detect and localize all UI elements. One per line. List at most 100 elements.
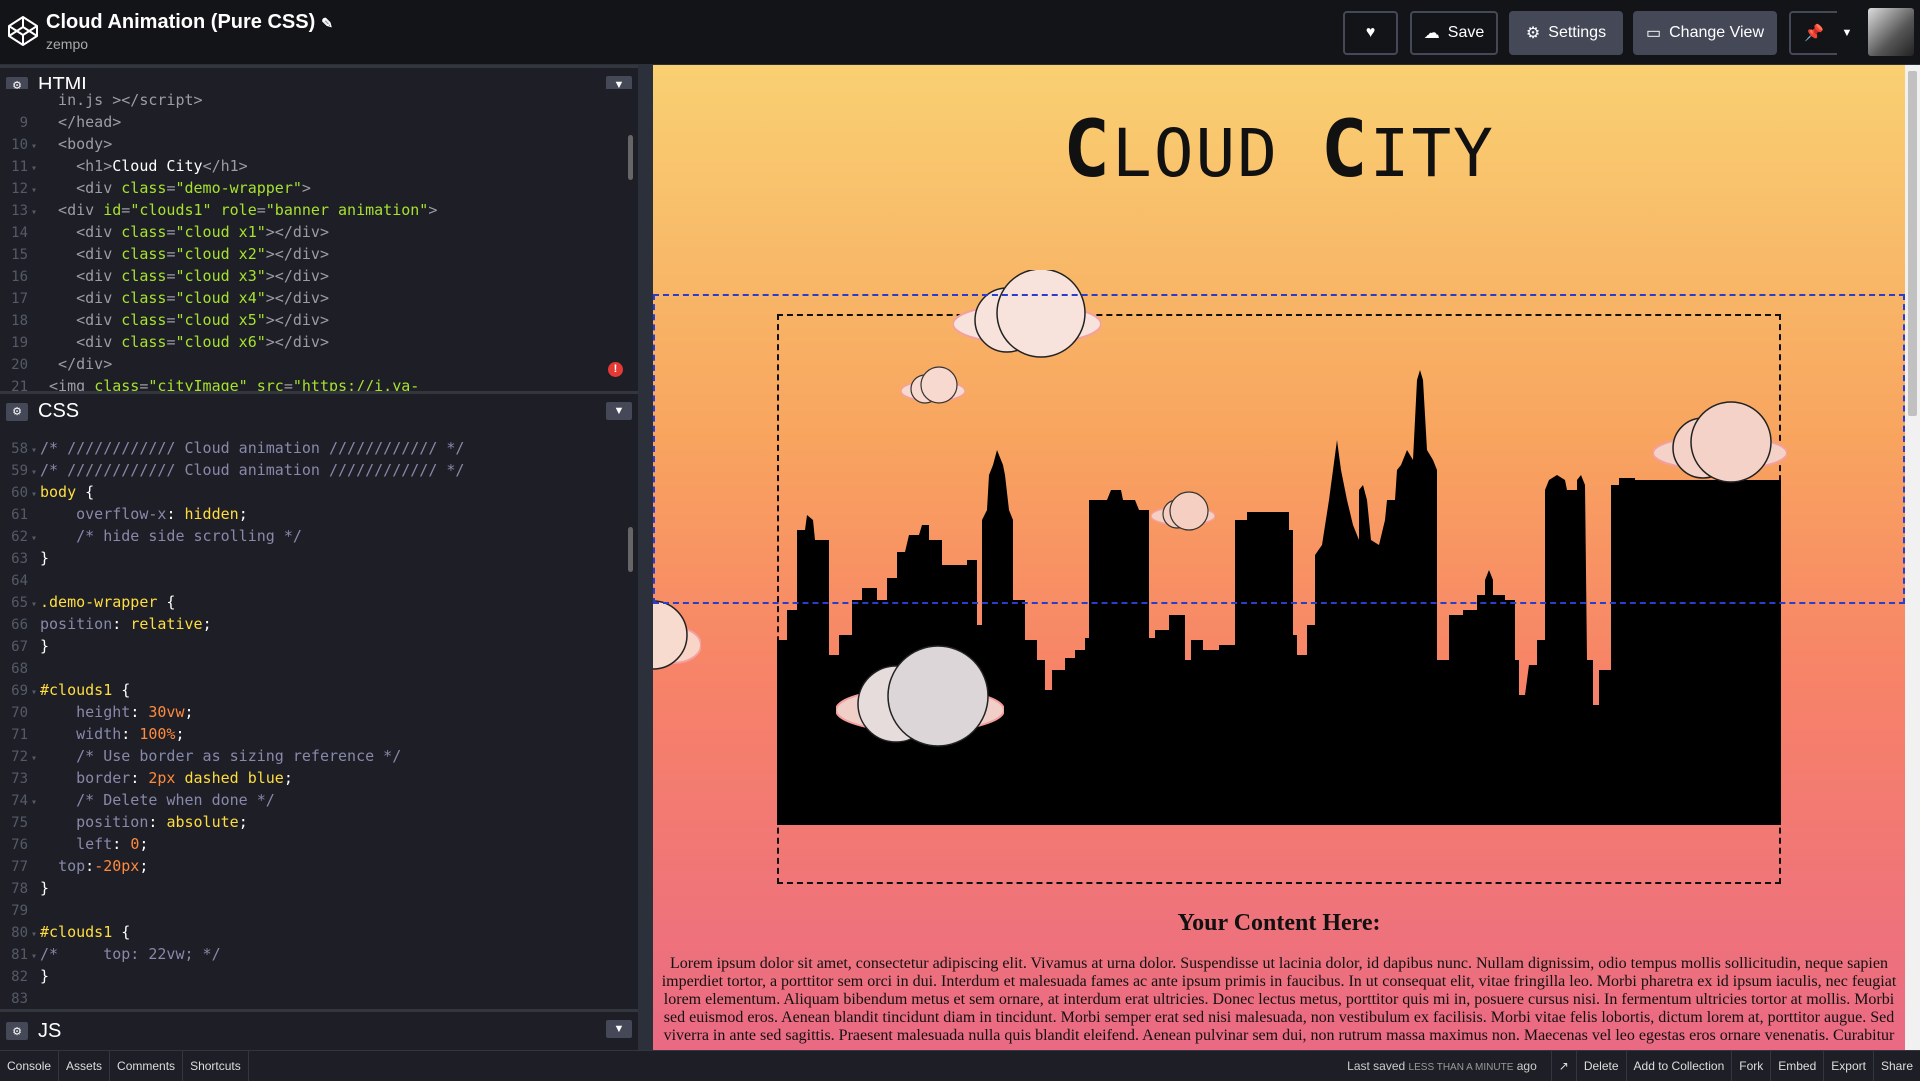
heart-button[interactable]: ♥ bbox=[1343, 11, 1398, 55]
html-code-line[interactable]: 14 <div class="cloud x1"></div> bbox=[0, 221, 638, 243]
pen-title[interactable]: Cloud Animation (Pure CSS) ✎ bbox=[46, 11, 333, 34]
code-text[interactable]: #clouds1 { bbox=[40, 681, 130, 699]
avatar[interactable] bbox=[1868, 8, 1914, 56]
code-text[interactable]: <div class="cloud x1"></div> bbox=[40, 223, 329, 241]
comments-button[interactable]: Comments bbox=[110, 1050, 184, 1081]
code-text[interactable]: } bbox=[40, 967, 49, 985]
code-text[interactable]: <div id="clouds1" role="banner animation… bbox=[40, 201, 437, 219]
change-view-button[interactable]: ▭ Change View bbox=[1633, 11, 1777, 55]
css-code-line[interactable]: 80 ▾ #clouds1 { bbox=[0, 921, 638, 943]
settings-button[interactable]: ⚙ Settings bbox=[1509, 11, 1623, 55]
code-text[interactable]: } bbox=[40, 637, 49, 655]
code-text[interactable]: <div class="cloud x4"></div> bbox=[40, 289, 329, 307]
code-text[interactable]: <div class="cloud x6"></div> bbox=[40, 333, 329, 351]
code-text[interactable]: </head> bbox=[40, 113, 121, 131]
css-code-line[interactable]: 79 bbox=[0, 899, 638, 921]
open-external-icon[interactable]: ↗ bbox=[1550, 1051, 1576, 1081]
js-collapse-chevron-icon[interactable]: ▼ bbox=[606, 1020, 632, 1038]
pin-dropdown-button[interactable]: ▼ bbox=[1837, 11, 1857, 55]
code-text[interactable]: height: 30vw; bbox=[40, 703, 193, 721]
code-text[interactable]: body { bbox=[40, 483, 94, 501]
css-code-line[interactable]: 71 width: 100%; bbox=[0, 723, 638, 745]
code-text[interactable]: } bbox=[40, 549, 49, 567]
css-code-line[interactable]: 64 bbox=[0, 569, 638, 591]
console-button[interactable]: Console bbox=[0, 1050, 60, 1081]
html-editor-scrollbar[interactable] bbox=[628, 135, 633, 180]
css-code-line[interactable]: 69 ▾ #clouds1 { bbox=[0, 679, 638, 701]
fork-button[interactable]: Fork bbox=[1731, 1051, 1770, 1081]
html-code-line[interactable]: 11 ▾ <h1>Cloud City</h1> bbox=[0, 155, 638, 177]
edit-pencil-icon[interactable]: ✎ bbox=[321, 15, 333, 31]
css-settings-gear-icon[interactable]: ⚙ bbox=[6, 402, 28, 421]
css-code-line[interactable]: 75 position: absolute; bbox=[0, 811, 638, 833]
css-code-line[interactable]: 61 overflow-x: hidden; bbox=[0, 503, 638, 525]
html-code-line[interactable]: 9 </head> bbox=[0, 111, 638, 133]
code-text[interactable]: <div class="demo-wrapper"> bbox=[40, 179, 311, 197]
css-code-line[interactable]: 59 ▾/* //////////// Cloud animation /////… bbox=[0, 459, 638, 481]
code-text[interactable]: <h1>Cloud City</h1> bbox=[40, 157, 248, 175]
pen-title-text[interactable]: Cloud Animation (Pure CSS) bbox=[46, 11, 315, 33]
code-text[interactable]: width: 100%; bbox=[40, 725, 184, 743]
css-code-line[interactable]: 73 border: 2px dashed blue; bbox=[0, 767, 638, 789]
js-settings-gear-icon[interactable]: ⚙ bbox=[6, 1022, 28, 1040]
css-code-line[interactable]: 74 ▾ /* Delete when done */ bbox=[0, 789, 638, 811]
code-text[interactable]: top:-20px; bbox=[40, 857, 148, 875]
html-code-line[interactable]: 19 <div class="cloud x6"></div> bbox=[0, 331, 638, 353]
css-code-line[interactable]: 76 left: 0; bbox=[0, 833, 638, 855]
html-code-editor[interactable]: in.js ></script> 9 </head> 10 ▾ <body> 11 ▾ <… bbox=[0, 89, 638, 394]
css-editor-scrollbar[interactable] bbox=[628, 527, 633, 572]
code-text[interactable]: } bbox=[40, 879, 49, 897]
css-code-line[interactable]: 60 ▾ body { bbox=[0, 481, 638, 503]
css-collapse-chevron-icon[interactable]: ▼ bbox=[606, 402, 632, 420]
code-text[interactable]: overflow-x: hidden; bbox=[40, 505, 248, 523]
code-text[interactable]: <div class="cloud x2"></div> bbox=[40, 245, 329, 263]
html-code-line[interactable]: 13 ▾ <div id="clouds1" role="banner anima… bbox=[0, 199, 638, 221]
code-text[interactable]: border: 2px dashed blue; bbox=[40, 769, 293, 787]
css-code-line[interactable]: 82} bbox=[0, 965, 638, 987]
codepen-logo-icon[interactable] bbox=[6, 14, 40, 48]
add-to-collection-button[interactable]: Add to Collection bbox=[1625, 1051, 1732, 1081]
css-code-editor[interactable]: 58 ▾/* //////////// Cloud animation /////… bbox=[0, 437, 638, 1077]
code-text[interactable]: position: relative; bbox=[40, 615, 212, 633]
embed-button[interactable]: Embed bbox=[1770, 1051, 1823, 1081]
css-code-line[interactable]: 63} bbox=[0, 547, 638, 569]
code-text[interactable]: /* //////////// Cloud animation ////////… bbox=[40, 439, 464, 457]
preview-frame[interactable]: CLOUD CITY Your Content Here: Lorem ipsu… bbox=[653, 65, 1905, 1050]
error-icon[interactable]: ! bbox=[608, 362, 623, 377]
share-button[interactable]: Share bbox=[1872, 1051, 1920, 1081]
css-code-line[interactable]: 72 ▾ /* Use border as sizing reference */ bbox=[0, 745, 638, 767]
css-code-line[interactable]: 67} bbox=[0, 635, 638, 657]
delete-button[interactable]: Delete bbox=[1575, 1051, 1626, 1081]
editor-resize-divider[interactable] bbox=[638, 65, 653, 1050]
html-code-line[interactable]: 17 <div class="cloud x4"></div> bbox=[0, 287, 638, 309]
preview-scrollbar-thumb[interactable] bbox=[1908, 71, 1917, 416]
code-text[interactable]: position: absolute; bbox=[40, 813, 248, 831]
css-code-line[interactable]: 68 bbox=[0, 657, 638, 679]
css-code-line[interactable]: 65 ▾ .demo-wrapper { bbox=[0, 591, 638, 613]
html-code-line[interactable]: 12 ▾ <div class="demo-wrapper"> bbox=[0, 177, 638, 199]
css-code-line[interactable]: 81 ▾/* top: 22vw; */ bbox=[0, 943, 638, 965]
preview-scrollbar[interactable] bbox=[1905, 65, 1920, 1050]
code-text[interactable]: /* //////////// Cloud animation ////////… bbox=[40, 461, 464, 479]
css-code-line[interactable]: 70 height: 30vw; bbox=[0, 701, 638, 723]
css-code-line[interactable]: 62 ▾ /* hide side scrolling */ bbox=[0, 525, 638, 547]
shortcuts-button[interactable]: Shortcuts bbox=[183, 1050, 249, 1081]
html-code-line[interactable]: 20 </div> bbox=[0, 353, 638, 375]
code-text[interactable]: <body> bbox=[40, 135, 112, 153]
html-code-line[interactable]: 15 <div class="cloud x2"></div> bbox=[0, 243, 638, 265]
css-code-line[interactable]: 78} bbox=[0, 877, 638, 899]
html-code-line[interactable]: in.js ></script> bbox=[0, 89, 638, 111]
export-button[interactable]: Export bbox=[1823, 1051, 1873, 1081]
css-code-line[interactable]: 83 bbox=[0, 987, 638, 1009]
code-text[interactable]: </div> bbox=[40, 355, 112, 373]
author-name[interactable]: zempo bbox=[46, 36, 88, 52]
save-button[interactable]: ☁ Save bbox=[1410, 11, 1498, 55]
assets-button[interactable]: Assets bbox=[59, 1050, 111, 1081]
code-text[interactable]: <div class="cloud x3"></div> bbox=[40, 267, 329, 285]
code-text[interactable]: left: 0; bbox=[40, 835, 148, 853]
code-text[interactable]: /* Use border as sizing reference */ bbox=[40, 747, 401, 765]
html-code-line[interactable]: 18 <div class="cloud x5"></div> bbox=[0, 309, 638, 331]
code-text[interactable]: #clouds1 { bbox=[40, 923, 130, 941]
pin-button[interactable]: 📌 bbox=[1789, 11, 1839, 55]
code-text[interactable]: <div class="cloud x5"></div> bbox=[40, 311, 329, 329]
